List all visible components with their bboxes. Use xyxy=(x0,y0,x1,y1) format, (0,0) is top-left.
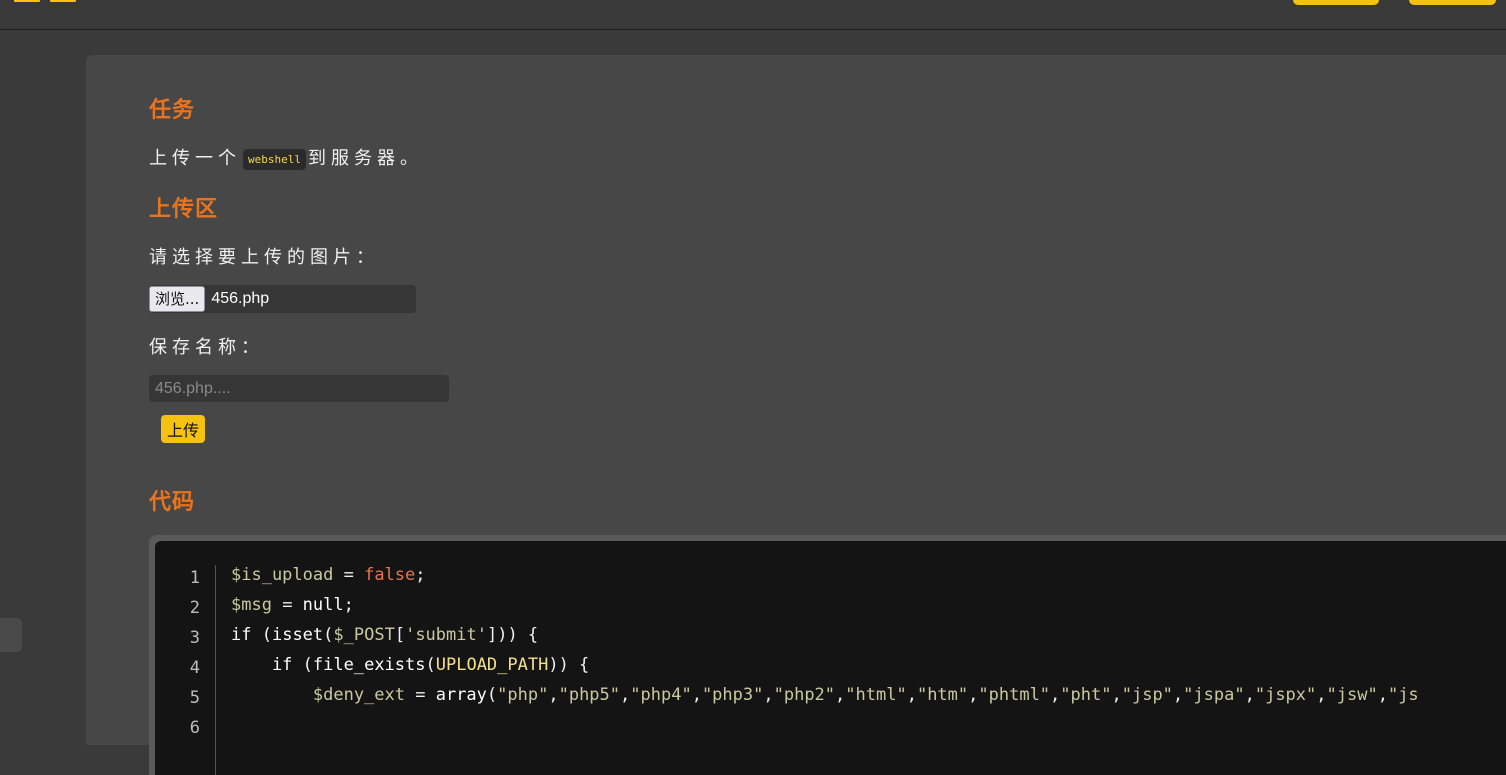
code-line: if (isset($_POST['submit'])) { xyxy=(231,625,539,645)
site-logo[interactable] xyxy=(14,0,118,2)
task-heading: 任务 xyxy=(149,98,196,123)
save-name-label: 保存名称： xyxy=(149,337,264,358)
select-label: 请选择要上传的图片： xyxy=(149,247,379,268)
line-number: 3 xyxy=(189,628,200,648)
sidebar-toggle[interactable] xyxy=(0,618,22,652)
code-viewer: 1 2 3 4 5 6 $is_upload = false; $msg = null; if … xyxy=(155,541,1506,775)
code-block: 1 2 3 4 5 6 $is_upload = false; $msg = null; if … xyxy=(149,535,1506,775)
selected-file-name: 456.php xyxy=(211,290,270,307)
line-number: 2 xyxy=(189,598,200,618)
task-text-after: 到服务器。 xyxy=(307,148,423,169)
top-navbar xyxy=(0,0,1506,30)
file-input[interactable]: 浏览... 456.php xyxy=(149,285,416,313)
browse-button[interactable]: 浏览... xyxy=(149,286,206,312)
upload-button[interactable]: 上传 xyxy=(161,415,205,443)
line-number: 1 xyxy=(189,568,200,588)
task-text-before: 上传一个 xyxy=(149,148,241,169)
task-code: webshell xyxy=(243,148,306,170)
code-line: $deny_ext = array("php","php5","php4","p… xyxy=(231,685,1419,705)
code-heading: 代码 xyxy=(149,490,196,515)
nav-button-2[interactable] xyxy=(1409,0,1496,5)
line-number: 4 xyxy=(189,658,200,678)
code-line: $is_upload = false; xyxy=(231,565,426,585)
nav-button-1[interactable] xyxy=(1293,0,1379,5)
code-line: if (file_exists(UPLOAD_PATH)) { xyxy=(231,655,590,675)
code-line: $msg = null; xyxy=(231,595,354,615)
task-description: 上传一个 webshell 到服务器。 xyxy=(149,144,423,170)
line-number: 5 xyxy=(189,688,200,708)
save-name-input[interactable] xyxy=(149,375,449,402)
main-panel: 任务 上传一个 webshell 到服务器。 上传区 请选择要上传的图片： 浏览..… xyxy=(86,55,1506,775)
line-number: 6 xyxy=(189,718,200,738)
upload-heading: 上传区 xyxy=(149,197,219,222)
